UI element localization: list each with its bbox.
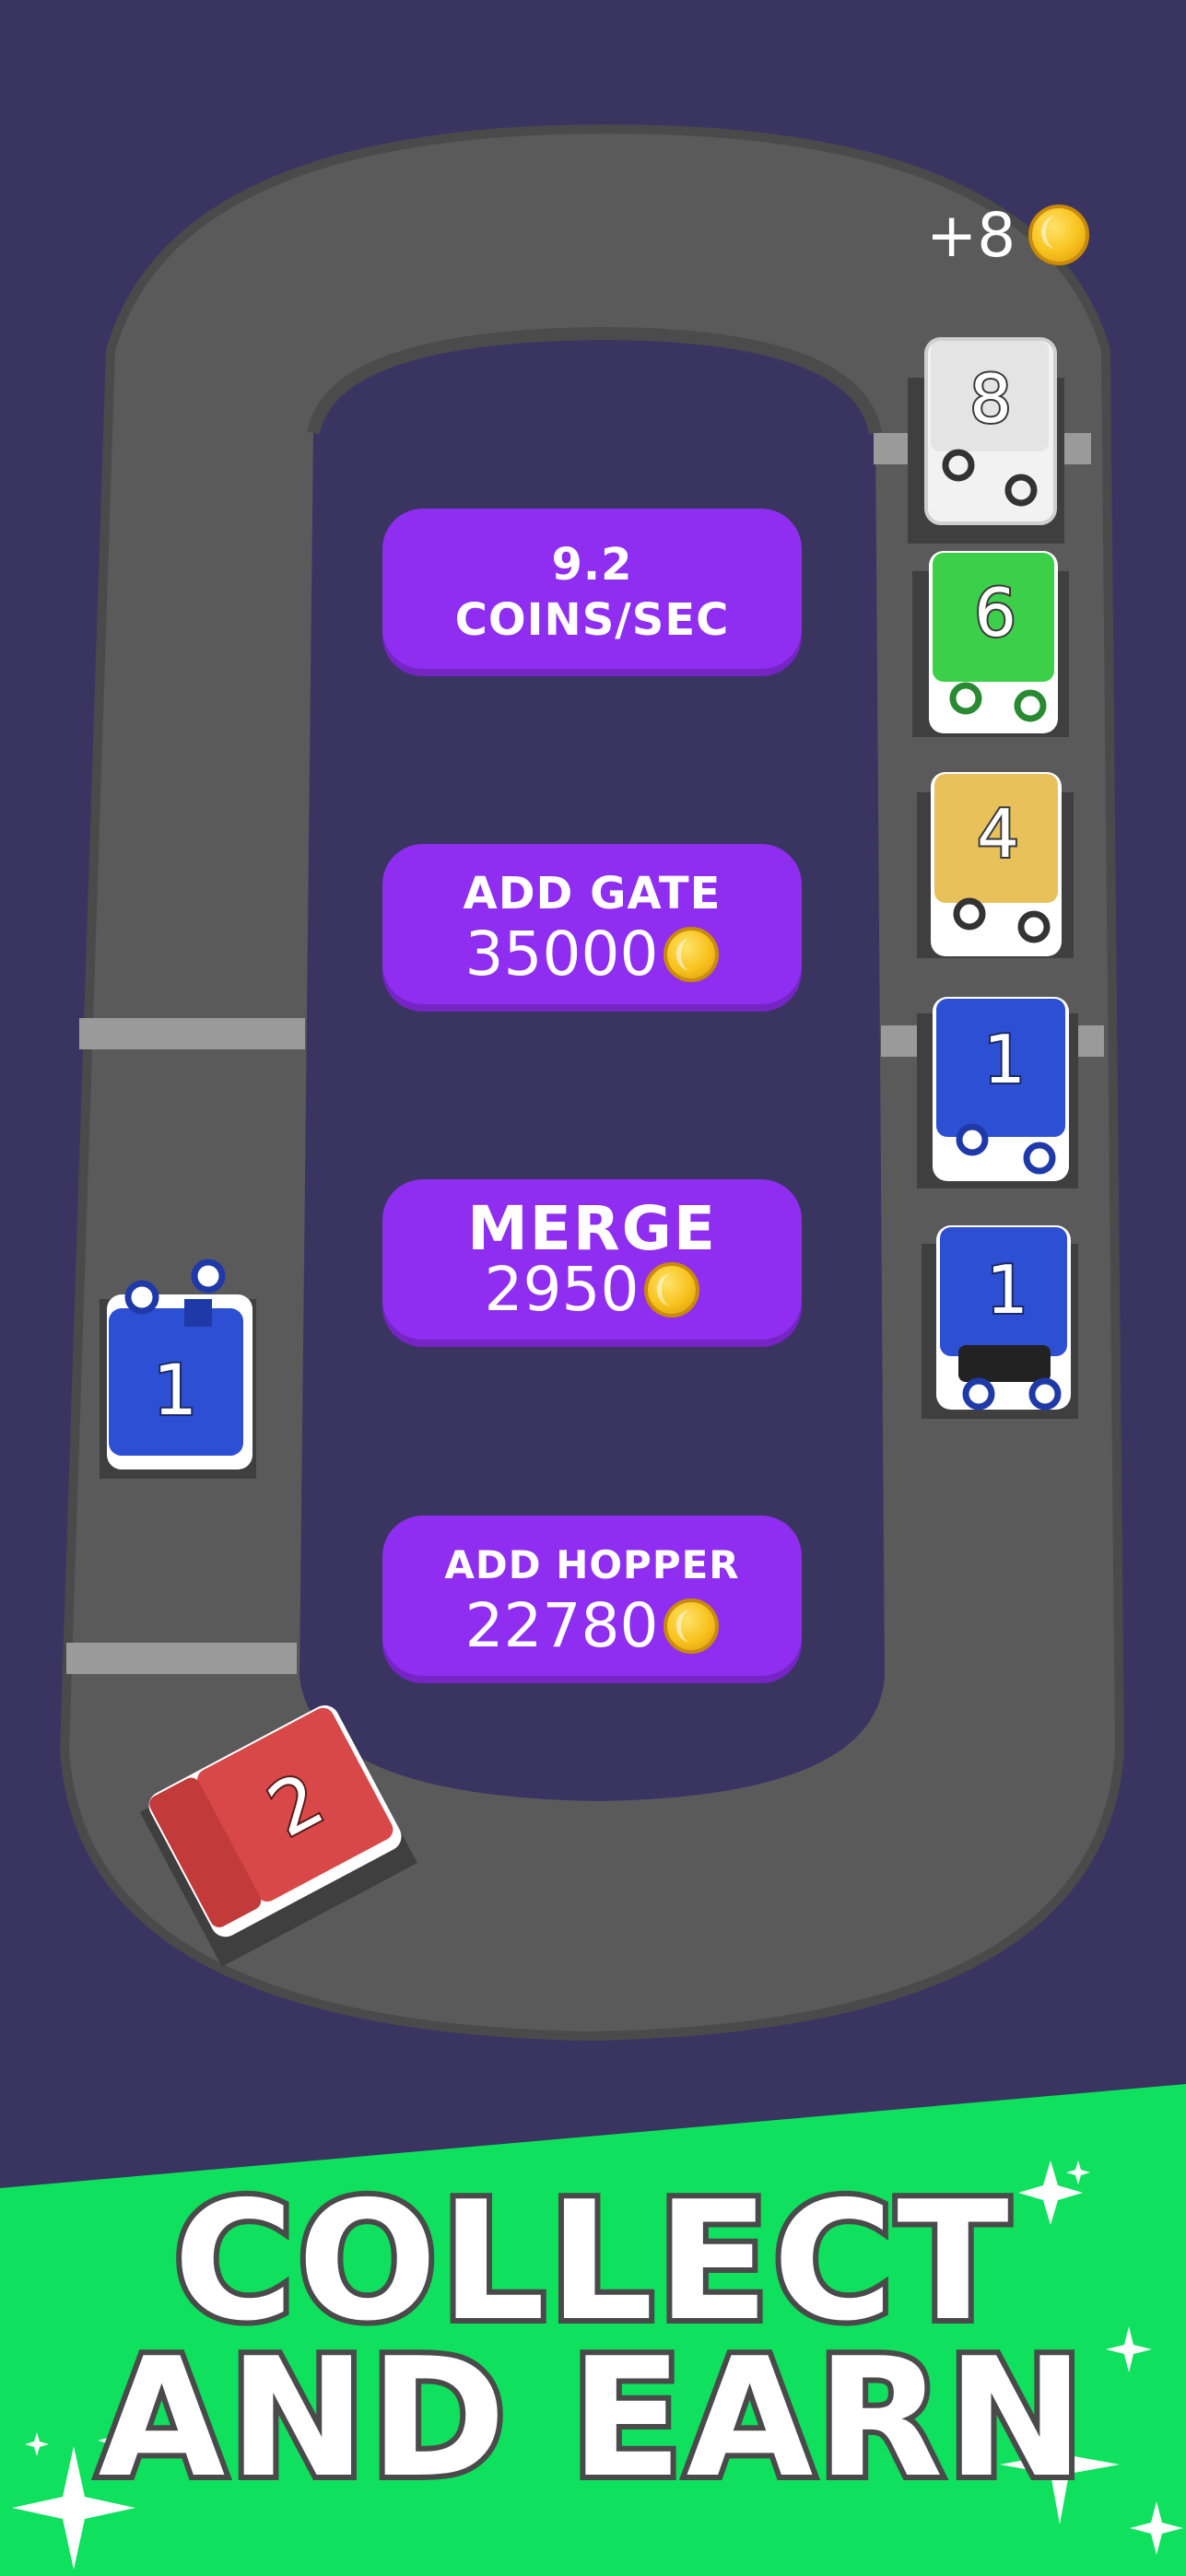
coin-income-text: +8 xyxy=(926,199,1016,271)
car-level-label: 8 xyxy=(969,360,1012,438)
add-gate-button[interactable]: ADD GATE 35000 xyxy=(382,844,802,1012)
banner-line-1: COLLECT xyxy=(168,2166,1014,2357)
coin-icon xyxy=(663,927,720,982)
car-level-label: 1 xyxy=(153,1349,197,1431)
coin-icon xyxy=(644,1262,700,1317)
coins-rate-value: 9.2 xyxy=(551,539,633,591)
add-hopper-cost: 22780 xyxy=(464,1590,659,1661)
coins-rate-unit: COINS/SEC xyxy=(454,594,730,646)
add-hopper-button[interactable]: ADD HOPPER 22780 xyxy=(382,1516,802,1683)
merge-cost: 2950 xyxy=(484,1254,640,1325)
car-white-8[interactable]: 8 xyxy=(908,337,1064,544)
merge-label: MERGE xyxy=(467,1193,717,1264)
add-gate-cost: 35000 xyxy=(464,919,659,989)
promo-banner-text: COLLECT AND EARN xyxy=(0,2166,1186,2513)
car-blue-1-right-upper[interactable]: 1 xyxy=(917,997,1078,1188)
car-level-label: 4 xyxy=(977,795,1019,872)
car-level-label: 1 xyxy=(986,1251,1028,1329)
add-gate-label: ADD GATE xyxy=(463,868,722,919)
merge-button[interactable]: MERGE 2950 xyxy=(382,1179,802,1347)
coin-income-popup: +8 xyxy=(926,198,1090,272)
gate-marker-left-lower xyxy=(66,1643,297,1674)
car-level-label: 1 xyxy=(983,1021,1026,1098)
car-yellow-4[interactable]: 4 xyxy=(917,772,1074,958)
gate-marker-left-upper xyxy=(79,1018,305,1049)
banner-line-2: AND EARN xyxy=(93,2323,1090,2513)
car-blue-1-right-lower[interactable]: 1 xyxy=(922,1225,1078,1419)
coins-per-sec-button[interactable]: 9.2 COINS/SEC xyxy=(382,509,802,676)
car-level-label: 6 xyxy=(974,574,1016,651)
car-green-6[interactable]: 6 xyxy=(912,551,1069,737)
coin-icon xyxy=(1028,205,1090,265)
coin-icon xyxy=(663,1598,720,1654)
car-blue-1-left[interactable]: 1 xyxy=(100,1259,256,1479)
add-hopper-label: ADD HOPPER xyxy=(444,1542,740,1587)
